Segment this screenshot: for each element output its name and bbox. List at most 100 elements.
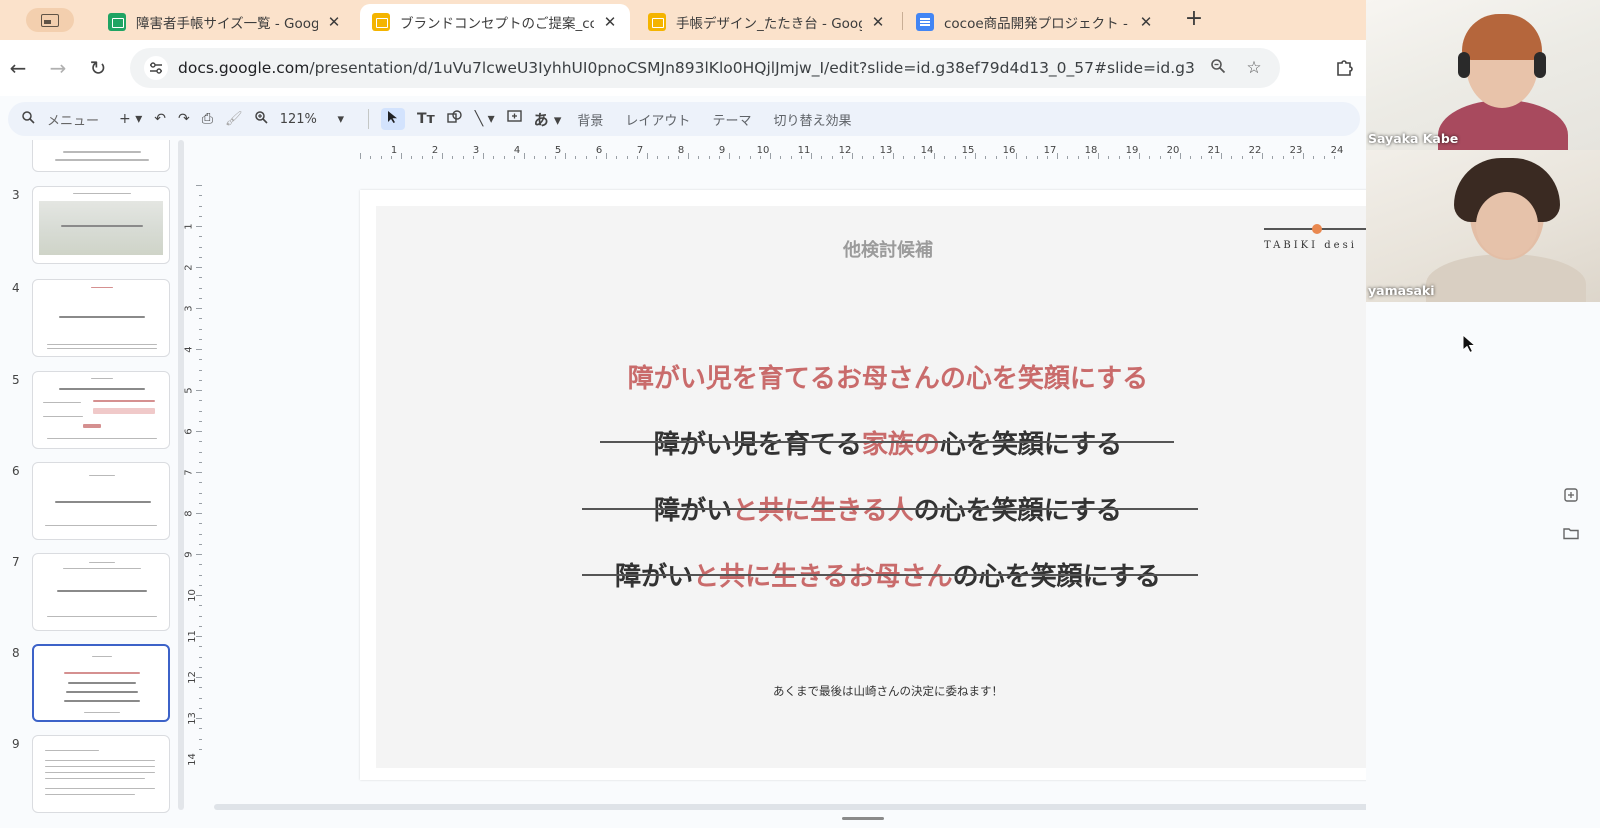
paint-format-icon[interactable]: 🖌: [225, 111, 243, 127]
vertical-ruler: 1 2 3 4 5 6 7 8 9 10 11 12 13 14: [183, 185, 202, 775]
ruler-label: 14: [920, 145, 934, 156]
zoom-in-icon[interactable]: [254, 110, 268, 128]
slide-thumbnail[interactable]: [32, 735, 170, 813]
ruler-tick: [1231, 156, 1233, 159]
shape-icon[interactable]: [447, 110, 463, 128]
ruler-tick: [196, 390, 202, 391]
participant-name: Sayaka Kabe: [1368, 131, 1459, 146]
browser-tab-sheets[interactable]: 障害者手帳サイズ一覧 - Google ✕: [96, 4, 354, 40]
concept-line-2[interactable]: 障がい児を育てる家族の心を笑顔にする: [376, 424, 1400, 461]
ruler-tick: [923, 156, 925, 159]
close-icon[interactable]: ✕: [602, 13, 618, 31]
ruler-tick: [554, 156, 556, 159]
slide-footer-note[interactable]: あくまで最後は山崎さんの決定に委ねます！: [376, 683, 1400, 699]
slide-thumbnail[interactable]: [32, 462, 170, 540]
site-info-icon[interactable]: [144, 56, 168, 80]
video-tile-participant-1[interactable]: Sayaka Kabe: [1366, 0, 1600, 150]
speaker-notes-resize-handle[interactable]: [842, 817, 884, 820]
ruler-tick: [606, 153, 607, 159]
ruler-tick: [739, 156, 741, 159]
ruler-tick: [780, 156, 782, 159]
ruler-label: 5: [554, 145, 562, 156]
slide-thumbnail[interactable]: [32, 279, 170, 357]
line-icon[interactable]: ╲ ▾: [475, 111, 495, 127]
tab-overview-icon: [41, 13, 59, 27]
forward-button[interactable]: →: [46, 56, 70, 80]
close-icon[interactable]: ✕: [870, 13, 886, 31]
theme-button[interactable]: テーマ: [712, 110, 751, 129]
browser-tab-active[interactable]: ブランドコンセプトのご提案_co ✕: [360, 4, 630, 40]
ruler-tick: [199, 297, 202, 299]
ruler-tick: [199, 605, 202, 607]
address-bar[interactable]: docs.google.com/presentation/d/1uVu7lcwe…: [130, 48, 1280, 88]
layout-button[interactable]: レイアウト: [625, 110, 690, 129]
menu-search-button[interactable]: メニュー: [47, 110, 99, 129]
tab-label: ブランドコンセプトのご提案_co: [400, 16, 594, 32]
ruler-tick: [1026, 156, 1028, 159]
browser-tab-docs[interactable]: cocoe商品開発プロジェクト - G ✕: [904, 4, 1166, 40]
ruler-tick: [199, 369, 202, 371]
ruler-tick: [1272, 156, 1274, 159]
ruler-tick: [472, 156, 474, 159]
slide-number: 6: [12, 464, 20, 478]
zoom-select[interactable]: 121% ▾: [280, 112, 344, 127]
ruler-tick: [199, 318, 202, 320]
ruler-tick: [431, 156, 433, 159]
undo-icon[interactable]: ↶: [154, 111, 166, 127]
zoom-icon[interactable]: [1206, 58, 1230, 79]
select-cursor-icon[interactable]: [381, 108, 406, 130]
ruler-tick: [708, 156, 710, 159]
ruler-tick: [199, 420, 202, 422]
ruler-label: 11: [797, 145, 811, 156]
comment-icon[interactable]: [506, 110, 522, 128]
input-tools-button[interactable]: あ ▾: [534, 109, 562, 130]
concept-line-1[interactable]: 障がい児を育てるお母さんの心を笑顔にする: [376, 358, 1400, 395]
close-icon[interactable]: ✕: [326, 13, 342, 31]
new-slide-icon[interactable]: + ▾: [119, 111, 142, 127]
ruler-label: 18: [1084, 145, 1098, 156]
tab-separator: [902, 12, 903, 30]
slide-thumbnail[interactable]: [32, 553, 170, 631]
keep-notes-icon[interactable]: [1562, 486, 1580, 504]
folder-icon[interactable]: [1562, 524, 1580, 542]
slide-thumbnail[interactable]: [32, 140, 170, 172]
ruler-tick: [199, 215, 202, 217]
text-box-icon[interactable]: Tт: [417, 111, 435, 127]
ruler-tick: [524, 153, 525, 159]
ruler-label: 1: [183, 223, 195, 230]
tab-search-button[interactable]: [26, 8, 74, 32]
search-icon[interactable]: [22, 110, 35, 128]
ruler-tick: [421, 156, 423, 159]
canvas-horizontal-scrollbar[interactable]: [214, 804, 1509, 810]
background-button[interactable]: 背景: [577, 110, 603, 129]
ruler-tick: [1169, 156, 1171, 159]
extensions-icon[interactable]: [1333, 56, 1355, 78]
ruler-tick: [1323, 156, 1325, 159]
ruler-tick: [1057, 153, 1058, 159]
slide-content[interactable]: 他検討候補 TABIKI desi 障がい児を育てるお母さんの心を笑顔にする 障…: [376, 206, 1404, 768]
slide-thumbnail[interactable]: [32, 371, 170, 449]
print-icon[interactable]: ⎙: [202, 111, 213, 127]
transition-button[interactable]: 切り替え効果: [773, 110, 851, 129]
back-button[interactable]: ←: [6, 56, 30, 80]
ruler-tick: [1241, 156, 1243, 159]
url-text: docs.google.com/presentation/d/1uVu7lcwe…: [178, 59, 1194, 77]
slide-title[interactable]: 他検討候補: [376, 236, 1400, 262]
browser-tab-slides[interactable]: 手帳デザイン_たたき台 - Googl ✕: [636, 4, 898, 40]
concept-text: の心を笑顔にする: [913, 496, 1122, 526]
ruler-tick: [1200, 156, 1202, 159]
bookmark-star-icon[interactable]: ☆: [1242, 58, 1266, 78]
video-tile-participant-2[interactable]: yamasaki: [1366, 150, 1600, 302]
reload-button[interactable]: ↻: [86, 56, 110, 80]
ruler-tick: [199, 523, 202, 525]
concept-text-highlight: と共に生きる人: [732, 496, 914, 526]
redo-icon[interactable]: ↷: [178, 111, 190, 127]
ruler-label: 9: [183, 551, 195, 558]
ruler-tick: [1108, 156, 1110, 159]
slide-thumbnail-selected[interactable]: [32, 644, 170, 722]
ruler-tick: [882, 156, 884, 159]
slide-thumbnail[interactable]: [32, 186, 170, 264]
new-tab-button[interactable]: +: [1182, 8, 1206, 32]
close-icon[interactable]: ✕: [1138, 13, 1154, 31]
ruler-tick: [199, 666, 202, 668]
